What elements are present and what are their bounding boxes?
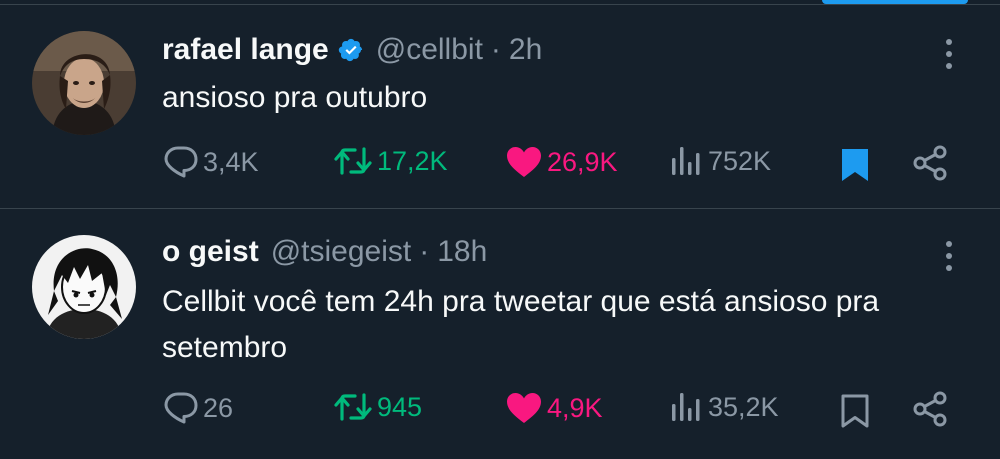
reply-count: 3,4K <box>203 146 259 177</box>
avatar[interactable] <box>32 31 136 135</box>
verified-badge-icon <box>338 38 362 62</box>
like-icon <box>507 393 541 423</box>
author-handle[interactable]: @tsiegeist <box>271 235 412 269</box>
reply-icon <box>164 392 198 424</box>
views-button[interactable]: 35,2K <box>670 391 779 423</box>
views-icon <box>672 147 700 175</box>
tweet-time[interactable]: 18h <box>437 235 487 269</box>
retweet-button[interactable]: 945 <box>333 391 422 423</box>
retweet-icon <box>334 147 372 175</box>
reply-button[interactable]: 3,4K <box>163 145 259 179</box>
separator: · <box>490 33 501 66</box>
author-handle[interactable]: @cellbit <box>376 33 483 67</box>
tweet-actions: 3,4K 17,2K 26,9K 752K <box>0 139 1000 183</box>
retweet-icon <box>334 393 372 421</box>
tweet-header: rafael lange @cellbit · 2h <box>162 33 542 67</box>
avatar[interactable] <box>32 235 136 339</box>
share-icon <box>913 145 947 181</box>
views-icon <box>672 393 700 421</box>
like-count: 4,9K <box>547 392 603 423</box>
author-name[interactable]: o geist <box>162 235 259 269</box>
reply-button[interactable]: 26 <box>163 391 233 425</box>
separator: · <box>419 235 430 268</box>
tweet[interactable]: o geist @tsiegeist · 18h Cellbit você te… <box>0 209 1000 459</box>
like-icon <box>507 147 541 177</box>
views-button[interactable]: 752K <box>670 145 771 177</box>
bookmark-icon <box>841 394 869 428</box>
bookmark-button[interactable] <box>840 393 870 429</box>
views-count: 752K <box>708 145 772 176</box>
retweet-count: 945 <box>377 391 423 422</box>
tweet-actions: 26 945 4,9K 35,2K <box>0 385 1000 429</box>
retweet-count: 17,2K <box>377 145 448 176</box>
share-button[interactable] <box>912 145 948 181</box>
tweet[interactable]: rafael lange @cellbit · 2h ansioso pra o… <box>0 5 1000 208</box>
author-name[interactable]: rafael lange <box>162 33 329 67</box>
like-count: 26,9K <box>547 146 618 177</box>
bookmark-button[interactable] <box>840 147 870 183</box>
more-options-icon[interactable] <box>942 39 956 69</box>
retweet-button[interactable]: 17,2K <box>333 145 448 177</box>
tweet-header: o geist @tsiegeist · 18h <box>162 235 487 269</box>
reply-count: 26 <box>203 392 234 423</box>
tweet-text: ansioso pra outubro <box>162 81 428 114</box>
share-icon <box>913 391 947 427</box>
bookmark-icon <box>842 149 868 181</box>
tweet-text: Cellbit você tem 24h pra tweetar que est… <box>162 285 880 364</box>
more-options-icon[interactable] <box>942 241 956 271</box>
reply-icon <box>164 146 198 178</box>
views-count: 35,2K <box>708 391 779 422</box>
tweet-time[interactable]: 2h <box>509 33 542 67</box>
like-button[interactable]: 26,9K <box>505 145 618 179</box>
share-button[interactable] <box>912 391 948 427</box>
like-button[interactable]: 4,9K <box>505 391 603 425</box>
